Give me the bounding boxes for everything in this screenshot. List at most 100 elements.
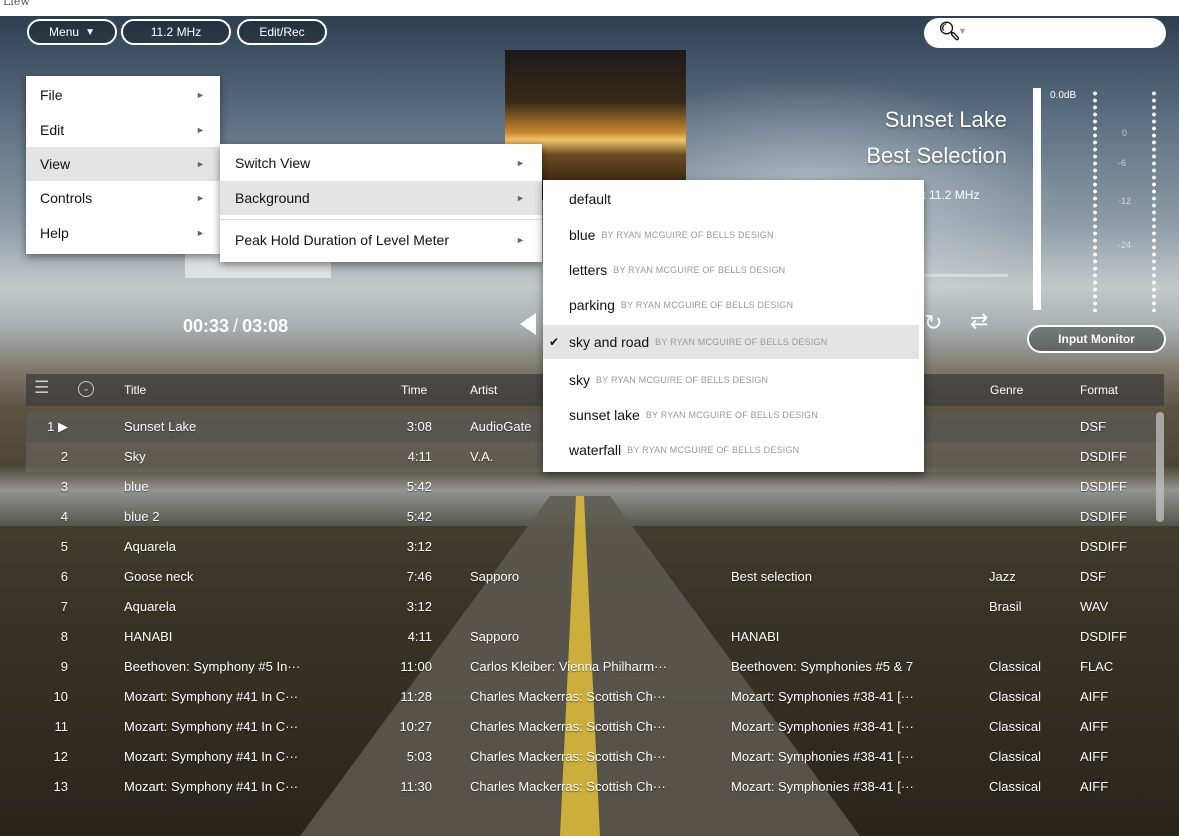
time-separator: / xyxy=(233,316,239,336)
row-number: 3 xyxy=(60,479,68,494)
row-artist: Carlos Kleiber: Vienna Philharm··· xyxy=(470,659,668,674)
row-artist: Sapporo xyxy=(470,569,520,584)
background-item-sunset-lake[interactable]: sunset lake BY RYAN MCGUIRE OF BELLS DES… xyxy=(543,398,924,432)
table-row[interactable]: 13 Mozart: Symphony #41 In C··· 11:30 Ch… xyxy=(26,772,1164,802)
row-title: HANABI xyxy=(124,629,173,644)
background-item-blue[interactable]: blue BY RYAN MCGUIRE OF BELLS DESIGN xyxy=(543,218,924,252)
row-title: blue 2 xyxy=(124,509,160,524)
row-number: 11 xyxy=(54,719,69,734)
edit-rec-button[interactable]: Edit/Rec xyxy=(237,19,327,45)
table-row[interactable]: 4 blue 2 5:42 DSDIFF xyxy=(26,502,1164,532)
scrollbar-thumb[interactable] xyxy=(1156,412,1164,522)
background-item-label: parking xyxy=(569,297,615,313)
row-format: AIFF xyxy=(1080,779,1109,794)
row-time: 4:11 xyxy=(407,449,432,464)
check-icon: ✔ xyxy=(549,335,560,349)
background-item-sky[interactable]: sky BY RYAN MCGUIRE OF BELLS DESIGN xyxy=(543,363,924,397)
row-title: Beethoven: Symphony #5 In··· xyxy=(124,659,301,674)
background-submenu: default blue BY RYAN MCGUIRE OF BELLS DE… xyxy=(543,180,924,472)
row-format: AIFF xyxy=(1080,689,1109,704)
menu-item-file[interactable]: File ► xyxy=(26,78,220,112)
table-row[interactable]: 12 Mozart: Symphony #41 In C··· 5:03 Cha… xyxy=(26,742,1164,772)
row-title: Mozart: Symphony #41 In C··· xyxy=(124,689,299,704)
chevron-down-icon[interactable]: ⌄ xyxy=(78,381,94,397)
column-header-genre[interactable]: Genre xyxy=(990,383,1023,397)
background-item-credit: BY RYAN MCGUIRE OF BELLS DESIGN xyxy=(613,265,786,275)
repeat-icon[interactable]: ↻ xyxy=(924,310,942,336)
sample-rate-button[interactable]: 11.2 MHz xyxy=(121,19,231,45)
elapsed-time: 00:33 xyxy=(183,316,230,336)
table-row[interactable]: 7 Aquarela 3:12 Brasil WAV xyxy=(26,592,1164,622)
row-title: Mozart: Symphony #41 In C··· xyxy=(124,719,299,734)
background-item-parking[interactable]: parking BY RYAN MCGUIRE OF BELLS DESIGN xyxy=(543,288,924,322)
row-genre: Jazz xyxy=(989,569,1016,584)
menu-button[interactable]: Menu ▼ xyxy=(27,19,117,45)
chevron-right-icon: ► xyxy=(516,193,525,203)
loop-icon[interactable]: ⇄ xyxy=(970,308,988,334)
background-item-sky-and-road[interactable]: ✔ sky and road BY RYAN MCGUIRE OF BELLS … xyxy=(543,325,919,359)
chevron-down-icon: ▼ xyxy=(958,26,967,36)
row-format: DSDIFF xyxy=(1080,449,1127,464)
background-item-waterfall[interactable]: waterfall BY RYAN MCGUIRE OF BELLS DESIG… xyxy=(543,433,924,467)
row-artist: AudioGate xyxy=(470,419,532,434)
background-item-letters[interactable]: letters BY RYAN MCGUIRE OF BELLS DESIGN xyxy=(543,253,924,287)
row-album: Best selection xyxy=(731,569,812,584)
input-monitor-button[interactable]: Input Monitor xyxy=(1027,325,1166,353)
table-row[interactable]: 9 Beethoven: Symphony #5 In··· 11:00 Car… xyxy=(26,652,1164,682)
menu-item-edit[interactable]: Edit ► xyxy=(26,113,220,147)
background-item-label: waterfall xyxy=(569,442,622,458)
menu-item-label: Edit xyxy=(40,122,65,138)
track-title: Sunset Lake xyxy=(884,107,1007,132)
table-row[interactable]: 11 Mozart: Symphony #41 In C··· 10:27 Ch… xyxy=(26,712,1164,742)
chevron-right-icon: ► xyxy=(196,125,205,135)
table-row[interactable]: 8 HANABI 4:11 Sapporo HANABI DSDIFF xyxy=(26,622,1164,652)
meter-scale-12: -12 xyxy=(1118,196,1132,206)
chevron-right-icon: ► xyxy=(516,158,525,168)
column-header-title[interactable]: Title xyxy=(124,383,146,397)
menu-item-peak-hold[interactable]: Peak Hold Duration of Level Meter ► xyxy=(220,223,542,257)
table-row[interactable]: 10 Mozart: Symphony #41 In C··· 11:28 Ch… xyxy=(26,682,1164,712)
row-format: DSDIFF xyxy=(1080,629,1127,644)
previous-icon[interactable] xyxy=(520,313,536,335)
menu-item-help[interactable]: Help ► xyxy=(26,216,220,250)
menu-item-background[interactable]: Background ► xyxy=(220,181,542,215)
menu-item-view[interactable]: View ► xyxy=(26,147,220,181)
table-row[interactable]: 6 Goose neck 7:46 Sapporo Best selection… xyxy=(26,562,1164,592)
table-row[interactable]: 5 Aquarela 3:12 DSDIFF xyxy=(26,532,1164,562)
table-row[interactable]: 3 blue 5:42 DSDIFF xyxy=(26,472,1164,502)
column-header-time[interactable]: Time xyxy=(401,383,427,397)
row-album: Mozart: Symphonies #38-41 [··· xyxy=(731,749,914,764)
column-header-format[interactable]: Format xyxy=(1080,383,1118,397)
column-header-artist[interactable]: Artist xyxy=(470,383,497,397)
row-number: 9 xyxy=(60,659,68,674)
background-item-label: letters xyxy=(569,262,608,278)
background-item-credit: BY RYAN MCGUIRE OF BELLS DESIGN xyxy=(627,445,800,455)
background-item-default[interactable]: default xyxy=(543,182,924,216)
row-artist: Charles Mackerras: Scottish Ch··· xyxy=(470,749,666,764)
row-genre: Classical xyxy=(989,719,1042,734)
background-item-credit: BY RYAN MCGUIRE OF BELLS DESIGN xyxy=(596,375,769,385)
row-artist: Charles Mackerras: Scottish Ch··· xyxy=(470,689,666,704)
background-item-label: sunset lake xyxy=(569,407,640,423)
total-time: 03:08 xyxy=(242,316,289,336)
background-item-credit: BY RYAN MCGUIRE OF BELLS DESIGN xyxy=(645,410,819,420)
row-number: 2 xyxy=(60,449,68,464)
row-title: Mozart: Symphony #41 In C··· xyxy=(124,779,299,794)
row-title: Aquarela xyxy=(124,539,177,554)
row-number: 7 xyxy=(60,599,68,614)
row-number: 4 xyxy=(60,509,68,524)
row-format: DSDIFF xyxy=(1080,509,1127,524)
row-time: 3:08 xyxy=(406,419,432,434)
hamburger-icon[interactable]: ☰ xyxy=(34,379,52,397)
search-input[interactable]: 🔍︎ ▼ xyxy=(924,18,1166,48)
row-album: Mozart: Symphonies #38-41 [··· xyxy=(731,689,914,704)
row-genre: Classical xyxy=(989,659,1042,674)
menu-item-label: Switch View xyxy=(235,155,311,171)
row-format: DSDIFF xyxy=(1080,539,1127,554)
row-title: Aquarela xyxy=(124,599,177,614)
title-strip-text: Liew xyxy=(3,0,30,8)
menu-item-switch-view[interactable]: Switch View ► xyxy=(220,146,542,180)
row-time: 3:12 xyxy=(406,599,432,614)
menu-item-controls[interactable]: Controls ► xyxy=(26,181,220,215)
menu-item-label: Help xyxy=(40,225,69,241)
